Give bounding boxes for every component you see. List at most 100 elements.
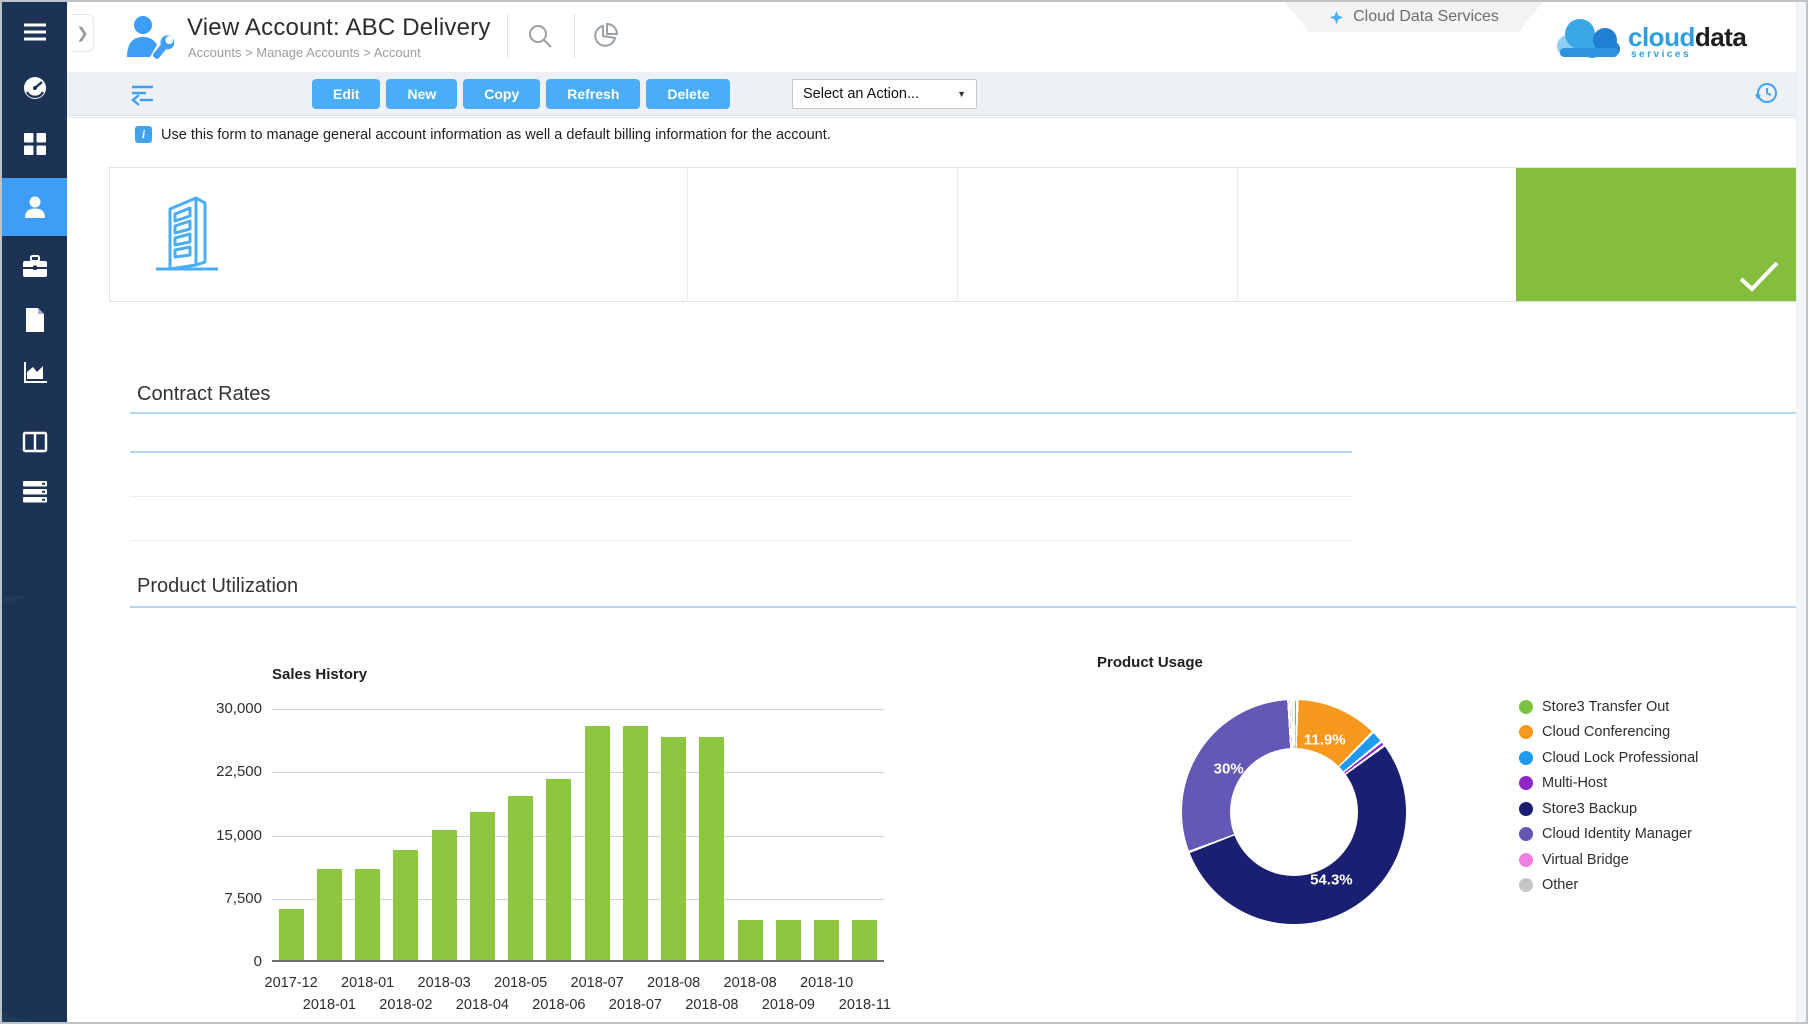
document-icon <box>24 307 46 333</box>
header-divider <box>507 14 508 58</box>
legend-label: Cloud Identity Manager <box>1542 826 1692 842</box>
legend-item: Store3 Transfer Out <box>1519 694 1698 720</box>
bar-2018-01 <box>355 869 380 960</box>
dashboard-icon <box>22 75 48 101</box>
summary-cell-name <box>110 168 687 301</box>
y-axis-tick-label: 0 <box>182 953 262 970</box>
product-utilization-title: Product Utilization <box>137 575 298 598</box>
sidebar-item-apps-grid-icon[interactable] <box>2 122 67 166</box>
legend-color-dot <box>1519 878 1533 892</box>
legend-label: Other <box>1542 877 1578 893</box>
legend-item: Store3 Backup <box>1519 796 1698 822</box>
x-axis-tick-label: 2018-07 <box>571 975 624 991</box>
tab-cloud-data-services[interactable]: Cloud Data Services <box>1285 2 1543 32</box>
legend-color-dot <box>1519 853 1533 867</box>
apps-grid-icon <box>23 132 47 156</box>
bar-2018-08 <box>738 920 763 960</box>
legend-color-dot <box>1519 776 1533 790</box>
sidebar-item-dashboard-icon[interactable] <box>2 66 67 110</box>
header: ❯ View Account: ABC Delivery Accounts > … <box>67 2 1808 72</box>
summary-cell-balance <box>957 168 1237 301</box>
menu-icon <box>22 22 48 42</box>
action-select-dropdown[interactable]: Select an Action... ▼ <box>792 79 977 109</box>
cds-tab-glyph-icon <box>1329 10 1344 25</box>
app-window: ❯ View Account: ABC Delivery Accounts > … <box>0 0 1808 1024</box>
new-button[interactable]: New <box>386 79 457 109</box>
bar-2018-11 <box>852 920 877 960</box>
x-axis-tick-label: 2018-10 <box>800 975 853 991</box>
bar-2018-01 <box>317 869 342 960</box>
x-axis-tick-label: 2018-03 <box>418 975 471 991</box>
sidebar-expand-chevron-icon[interactable]: ❯ <box>72 14 94 52</box>
bar-2018-05 <box>508 796 533 960</box>
reports-chart-icon <box>22 360 48 384</box>
table-row[interactable] <box>130 497 1352 541</box>
check-icon <box>1738 260 1780 297</box>
sidebar-item-columns-icon[interactable] <box>2 420 67 464</box>
sidebar-item-reports-chart-icon[interactable] <box>2 350 67 394</box>
collapse-list-icon[interactable] <box>129 81 156 112</box>
page-title: View Account: ABC Delivery <box>187 14 491 42</box>
sales-history-plot-area <box>272 709 884 962</box>
clouddata-logo: clouddata services <box>1552 8 1802 66</box>
section-underline <box>130 412 1797 414</box>
legend-label: Virtual Bridge <box>1542 852 1629 868</box>
y-axis-tick-label: 22,500 <box>182 763 262 780</box>
legend-color-dot <box>1519 700 1533 714</box>
bar-2018-08 <box>699 737 724 960</box>
y-axis-tick-label: 7,500 <box>182 890 262 907</box>
sidebar-item-briefcase-icon[interactable] <box>2 245 67 289</box>
summary-cell-customer-since <box>687 168 957 301</box>
legend-item: Cloud Lock Professional <box>1519 745 1698 771</box>
sidebar-item-accounts-icon[interactable] <box>2 178 67 236</box>
legend-item: Cloud Conferencing <box>1519 720 1698 746</box>
cloud-logo-icon <box>1552 10 1626 62</box>
sidebar-item-server-icon[interactable] <box>2 470 67 514</box>
action-select-value: Select an Action... <box>803 86 919 102</box>
legend-label: Cloud Lock Professional <box>1542 750 1698 766</box>
legend-label: Multi-Host <box>1542 775 1607 791</box>
legend-item: Cloud Identity Manager <box>1519 822 1698 848</box>
bar-2018-07 <box>585 726 610 960</box>
info-bar-text: Use this form to manage general account … <box>161 127 831 143</box>
dropdown-arrow-icon: ▼ <box>957 89 966 99</box>
search-icon[interactable] <box>525 22 555 52</box>
pie-chart-icon[interactable] <box>590 22 620 52</box>
x-axis-tick-label: 2018-01 <box>341 975 394 991</box>
x-axis-tick-label: 2018-01 <box>303 997 356 1013</box>
refresh-button[interactable]: Refresh <box>546 79 640 109</box>
legend-color-dot <box>1519 725 1533 739</box>
history-icon[interactable] <box>1752 80 1780 111</box>
gridline <box>272 709 884 710</box>
summary-cell-status <box>1516 168 1796 301</box>
legend-item: Multi-Host <box>1519 771 1698 797</box>
edit-button[interactable]: Edit <box>312 79 380 109</box>
breadcrumb: Accounts > Manage Accounts > Account <box>188 45 421 60</box>
sidebar-item-menu-icon[interactable] <box>2 10 67 54</box>
copy-button[interactable]: Copy <box>463 79 540 109</box>
info-icon: i <box>135 126 152 143</box>
legend-item: Other <box>1519 873 1698 899</box>
summary-cell-next-payment <box>1237 168 1517 301</box>
x-axis-tick-label: 2018-06 <box>532 997 585 1013</box>
legend-color-dot <box>1519 802 1533 816</box>
bar-2018-02 <box>393 850 418 960</box>
server-icon <box>22 480 48 504</box>
sidebar-item-document-icon[interactable] <box>2 298 67 342</box>
sales-history-chart: Sales History 07,50015,00022,50030,00020… <box>182 660 912 1024</box>
header-divider <box>574 14 575 58</box>
vertical-scrollbar[interactable] <box>1796 2 1806 1022</box>
bar-2018-06 <box>546 779 571 960</box>
donut-segment-label: 30% <box>1214 761 1244 778</box>
building-icon <box>152 189 230 280</box>
bar-2018-08 <box>661 737 686 960</box>
table-row[interactable] <box>130 453 1352 497</box>
briefcase-icon <box>22 255 48 279</box>
bar-2018-10 <box>814 920 839 960</box>
x-axis-tick-label: 2018-08 <box>647 975 700 991</box>
delete-button[interactable]: Delete <box>646 79 730 109</box>
x-axis-tick-label: 2018-08 <box>724 975 777 991</box>
x-axis-tick-label: 2017-12 <box>265 975 318 991</box>
legend-label: Store3 Transfer Out <box>1542 699 1669 715</box>
bar-2017-12 <box>279 909 304 960</box>
